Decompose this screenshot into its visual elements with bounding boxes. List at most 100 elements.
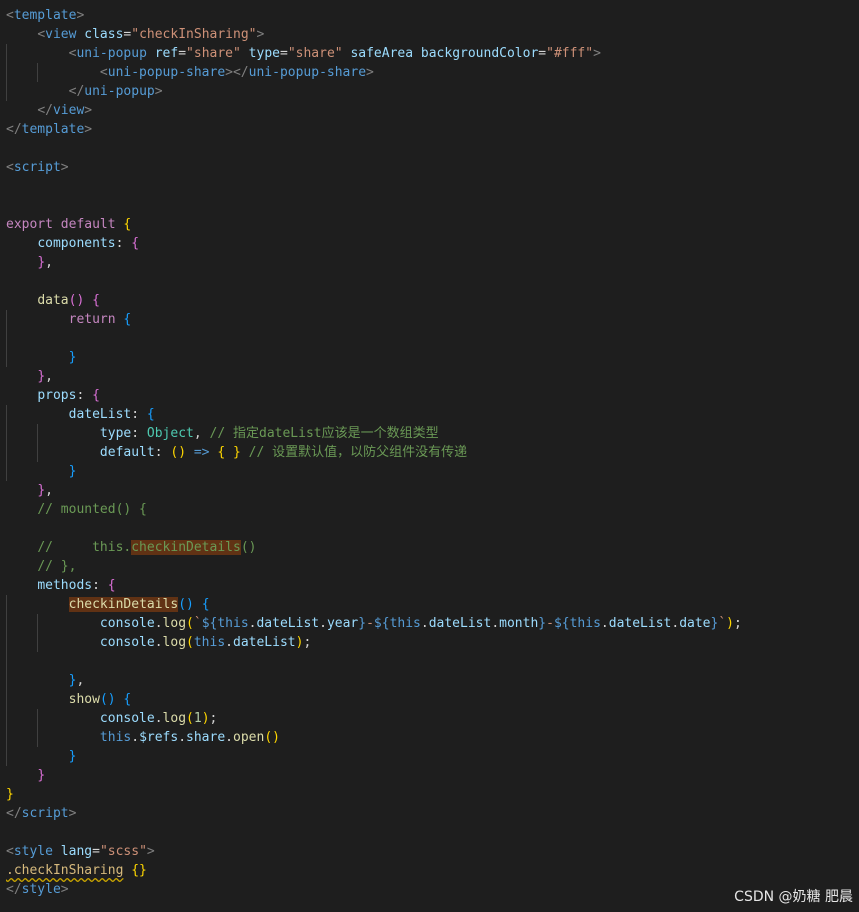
code-line[interactable]: }, xyxy=(6,671,85,690)
code-token: log xyxy=(162,616,187,631)
code-line[interactable]: // }, xyxy=(6,557,76,576)
code-token: { xyxy=(131,236,140,251)
code-line[interactable]: </script> xyxy=(6,804,76,823)
code-token: - xyxy=(366,616,374,631)
code-line[interactable]: <style lang="scss"> xyxy=(6,842,155,861)
code-line[interactable]: dateList: { xyxy=(6,405,155,424)
code-token: type xyxy=(99,426,132,441)
code-line[interactable]: } xyxy=(6,766,45,785)
code-token: .checkInSharing xyxy=(6,863,124,878)
code-line[interactable]: }, xyxy=(6,367,53,386)
code-token: () xyxy=(99,692,116,707)
code-token: () xyxy=(170,445,187,460)
code-line[interactable]: } xyxy=(6,785,14,804)
code-line[interactable]: <view class="checkInSharing"> xyxy=(6,25,264,44)
code-token: style xyxy=(13,844,53,859)
code-token: </ xyxy=(6,882,22,897)
code-token: return xyxy=(68,312,116,327)
code-token: this xyxy=(389,616,421,631)
code-line[interactable]: .checkInSharing {} xyxy=(6,861,147,880)
code-token: </ xyxy=(37,103,53,118)
code-line[interactable]: }, xyxy=(6,481,53,500)
code-line[interactable]: this.$refs.share.open() xyxy=(6,728,280,747)
code-editor[interactable]: <template> <view class="checkInSharing">… xyxy=(0,0,859,912)
code-token: ` xyxy=(718,616,727,631)
code-token: } xyxy=(233,445,241,460)
code-token: default xyxy=(60,217,116,232)
code-token: . xyxy=(225,730,233,745)
code-line[interactable]: props: { xyxy=(6,386,100,405)
code-line[interactable]: } xyxy=(6,462,77,481)
code-token: uni-popup xyxy=(84,84,155,99)
code-line[interactable]: // mounted() { xyxy=(6,500,147,519)
code-line[interactable]: } xyxy=(6,747,77,766)
code-line[interactable]: </view> xyxy=(6,101,92,120)
code-line[interactable]: console.log(this.dateList); xyxy=(6,633,311,652)
code-line[interactable]: data() { xyxy=(6,291,100,310)
code-token: ${ xyxy=(553,616,570,631)
code-token: , xyxy=(45,255,53,270)
code-line[interactable]: } xyxy=(6,348,77,367)
code-line[interactable]: return { xyxy=(6,310,132,329)
code-token: () xyxy=(240,540,257,555)
code-token: template xyxy=(21,122,85,137)
code-token: . xyxy=(491,616,500,631)
code-token: . xyxy=(600,616,609,631)
code-token: log xyxy=(162,635,187,650)
code-token: $refs xyxy=(139,730,179,745)
code-token: dateList xyxy=(608,616,672,631)
code-line[interactable]: default: () => { } // 设置默认值，以防父组件没有传递 xyxy=(6,443,467,462)
code-line[interactable]: methods: { xyxy=(6,576,115,595)
code-line[interactable]: export default { xyxy=(6,215,131,234)
code-token: dateList xyxy=(233,635,296,650)
code-token: safeArea xyxy=(350,46,414,61)
code-token: log xyxy=(162,711,187,726)
code-line[interactable]: <uni-popup-share></uni-popup-share> xyxy=(6,63,374,82)
code-line[interactable]: console.log(1); xyxy=(6,709,217,728)
code-line[interactable]: components: { xyxy=(6,234,139,253)
code-token: : xyxy=(76,388,93,403)
code-line[interactable]: <template> xyxy=(6,6,84,25)
code-line[interactable]: // this.checkinDetails() xyxy=(6,538,256,557)
code-line[interactable]: </template> xyxy=(6,120,92,139)
code-token: } xyxy=(358,616,367,631)
code-line[interactable]: console.log(`${this.dateList.year}-${thi… xyxy=(6,614,742,633)
code-token: view xyxy=(52,103,85,118)
code-token: > xyxy=(60,160,69,175)
code-token: template xyxy=(13,8,77,23)
code-token: . xyxy=(131,730,140,745)
code-token: , xyxy=(193,426,210,441)
code-token: checkinDetails xyxy=(131,540,241,555)
code-token: < xyxy=(99,65,108,80)
code-line[interactable]: <script> xyxy=(6,158,69,177)
code-line[interactable]: checkinDetails() { xyxy=(6,595,210,614)
code-line[interactable]: <uni-popup ref="share" type="share" safe… xyxy=(6,44,601,63)
code-token: </ xyxy=(6,806,22,821)
code-token: = xyxy=(538,46,547,61)
code-token: , xyxy=(45,483,53,498)
code-line[interactable]: </uni-popup> xyxy=(6,82,163,101)
code-token: . xyxy=(178,730,187,745)
code-token: style xyxy=(21,882,61,897)
code-token: > xyxy=(84,103,93,118)
code-line[interactable]: }, xyxy=(6,253,53,272)
code-line[interactable]: show() { xyxy=(6,690,132,709)
code-line[interactable]: </style> xyxy=(6,880,69,899)
code-line[interactable]: type: Object, // 指定dateList应该是一个数组类型 xyxy=(6,424,439,443)
